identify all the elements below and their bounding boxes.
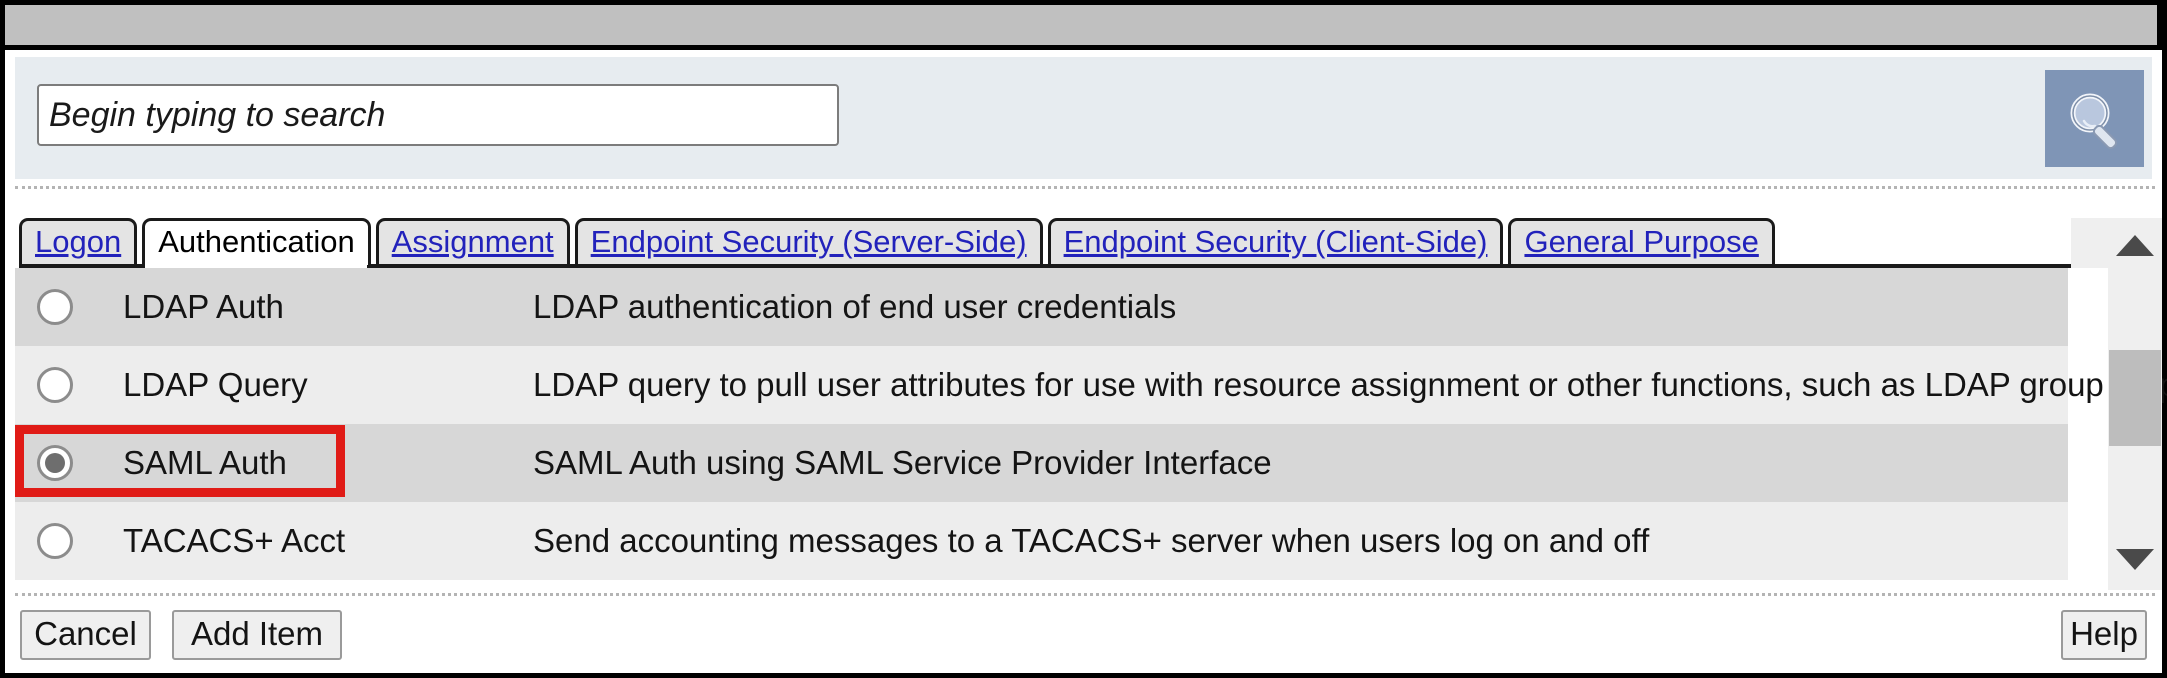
tab-authentication[interactable]: Authentication bbox=[142, 218, 371, 265]
list-item[interactable]: SAML Auth SAML Auth using SAML Service Pr… bbox=[15, 424, 2068, 502]
item-list: LDAP Auth LDAP authentication of end user… bbox=[15, 268, 2167, 590]
search-input[interactable]: Begin typing to search bbox=[37, 84, 839, 146]
list-item[interactable]: LDAP Query LDAP query to pull user attrib… bbox=[15, 346, 2167, 424]
tab-logon[interactable]: Logon bbox=[19, 218, 138, 265]
tab-endpoint-security-client-side[interactable]: Endpoint Security (Client-Side) bbox=[1047, 218, 1504, 265]
radio-button[interactable] bbox=[37, 367, 73, 403]
scroll-up-button[interactable] bbox=[2108, 224, 2162, 266]
list-item-description: LDAP query to pull user attributes for u… bbox=[533, 366, 2167, 403]
cancel-button[interactable]: Cancel bbox=[20, 610, 151, 660]
active-tab-mask bbox=[145, 262, 367, 268]
radio-button[interactable] bbox=[37, 445, 73, 481]
radio-selected-dot bbox=[45, 453, 65, 473]
tab-assignment[interactable]: Assignment bbox=[375, 218, 570, 265]
list-item-name: TACACS+ Acct bbox=[123, 522, 346, 559]
help-button[interactable]: Help bbox=[2061, 610, 2147, 660]
list-item-description: SAML Auth using SAML Service Provider In… bbox=[533, 444, 1272, 481]
search-button[interactable] bbox=[2045, 70, 2144, 167]
window-title bbox=[5, 5, 2157, 45]
list-scrollbar[interactable] bbox=[2108, 218, 2162, 590]
radio-button[interactable] bbox=[37, 289, 73, 325]
window-titlebar bbox=[5, 0, 2162, 50]
chevron-up-icon bbox=[2116, 234, 2154, 256]
list-item-description: Send accounting messages to a TACACS+ se… bbox=[533, 522, 1650, 559]
dialog-footer: Cancel Add Item Help bbox=[5, 600, 2162, 673]
search-icon bbox=[2064, 88, 2126, 150]
list-item-name: LDAP Auth bbox=[123, 288, 284, 325]
separator-bottom bbox=[15, 593, 2155, 599]
list-item[interactable]: LDAP Auth LDAP authentication of end user… bbox=[15, 268, 2068, 346]
add-item-dialog: Begin typing to search Logon Authenticati… bbox=[0, 0, 2167, 678]
add-item-button[interactable]: Add Item bbox=[172, 610, 342, 660]
tab-general-purpose[interactable]: General Purpose bbox=[1508, 218, 1775, 265]
separator-top bbox=[15, 186, 2155, 192]
list-item-description: LDAP authentication of end user credenti… bbox=[533, 288, 1177, 325]
radio-button[interactable] bbox=[37, 523, 73, 559]
list-item-name: LDAP Query bbox=[123, 366, 308, 403]
tab-strip-filler bbox=[2071, 218, 2109, 268]
scrollbar-thumb[interactable] bbox=[2109, 350, 2161, 446]
scroll-down-button[interactable] bbox=[2108, 538, 2162, 580]
list-item-name: SAML Auth bbox=[123, 444, 287, 481]
chevron-down-icon bbox=[2116, 548, 2154, 570]
tab-endpoint-security-server-side[interactable]: Endpoint Security (Server-Side) bbox=[574, 218, 1043, 265]
list-item[interactable]: TACACS+ Acct Send accounting messages to … bbox=[15, 502, 2068, 580]
search-bar: Begin typing to search bbox=[15, 57, 2152, 179]
